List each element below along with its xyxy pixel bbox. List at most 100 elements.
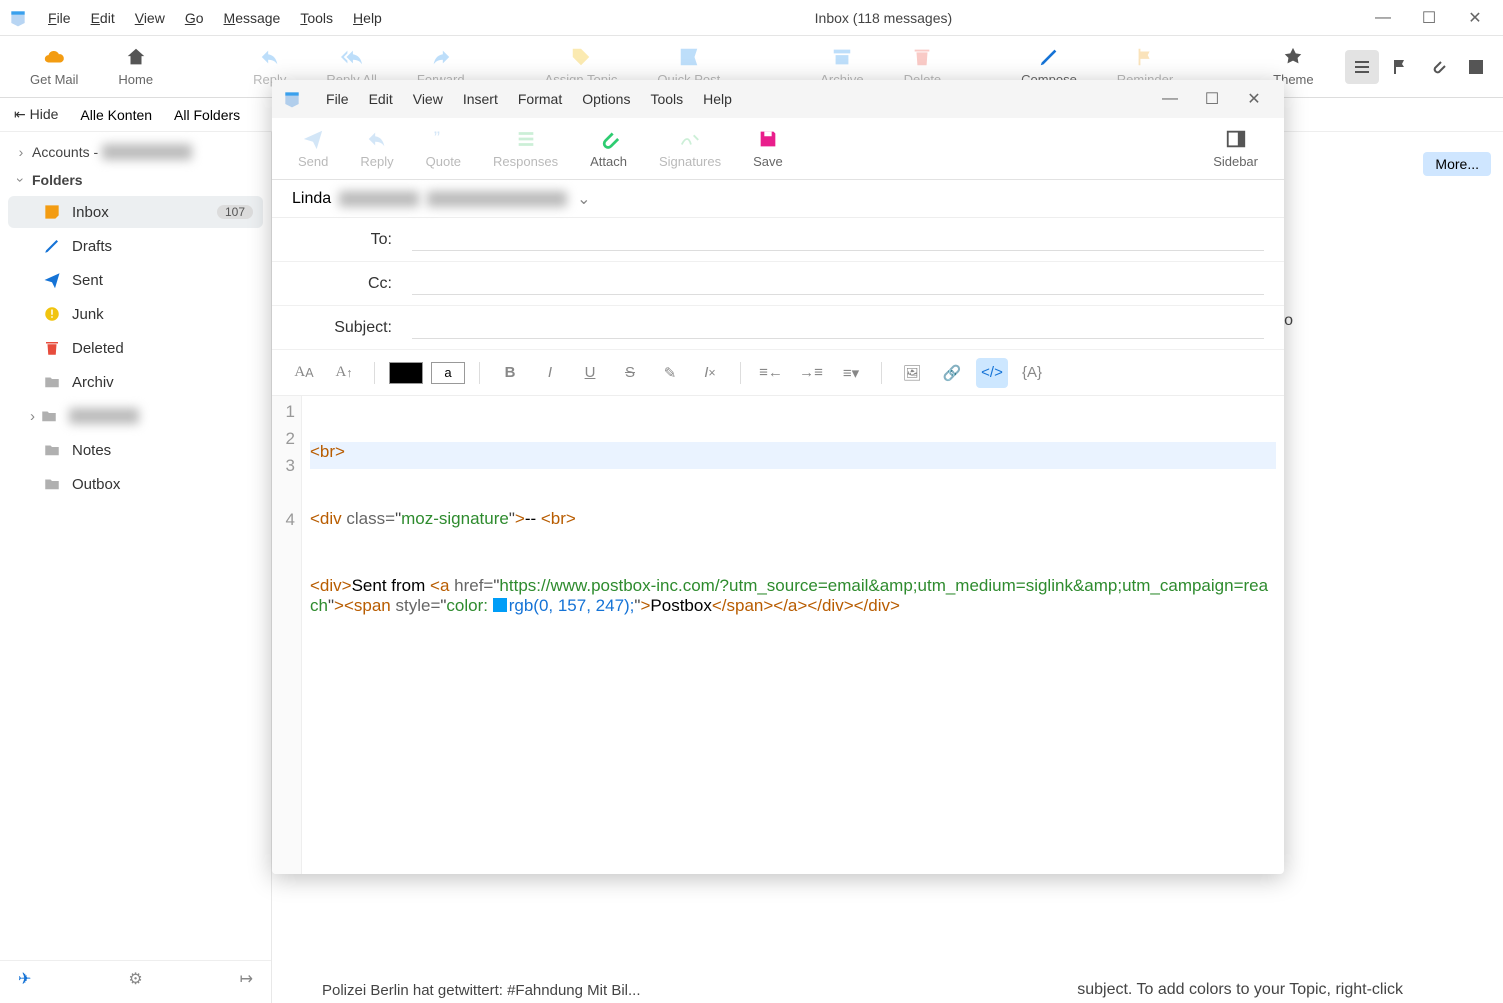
compose-menu-help[interactable]: Help — [693, 87, 742, 111]
toolbar-home[interactable]: Home — [98, 44, 173, 89]
message-list-item[interactable]: Polizei Berlin hat getwittert: #Fahndung… — [322, 982, 641, 999]
list-view-toggle[interactable] — [1345, 50, 1379, 84]
hide-button[interactable]: ⇤ Hide — [14, 106, 58, 123]
compose-reply-button[interactable]: Reply — [344, 126, 409, 171]
font-increase-button[interactable]: AA — [288, 358, 320, 388]
minimize-button[interactable]: — — [1375, 10, 1391, 26]
to-input[interactable] — [412, 228, 1264, 251]
window-title: Inbox (118 messages) — [392, 10, 1375, 26]
code-editor[interactable]: 1 2 3 4 <br> <div class="moz-signature">… — [272, 396, 1284, 874]
compose-menu-options[interactable]: Options — [572, 87, 640, 111]
toolbar-label: Quote — [426, 154, 461, 169]
compose-close-button[interactable]: ✕ — [1246, 91, 1262, 107]
folder-inbox[interactable]: Inbox 107 — [8, 196, 263, 228]
trash-icon — [911, 46, 933, 68]
strike-button[interactable]: S — [614, 358, 646, 388]
compose-menu-tools[interactable]: Tools — [640, 87, 693, 111]
folder-label: Inbox — [72, 204, 109, 221]
menu-edit[interactable]: Edit — [81, 6, 125, 30]
cloud-download-icon — [43, 46, 65, 68]
settings-icon[interactable]: ⚙ — [128, 969, 142, 989]
underline-button[interactable]: U — [574, 358, 606, 388]
compose-menu-insert[interactable]: Insert — [453, 87, 508, 111]
styles-button[interactable]: {A} — [1016, 358, 1048, 388]
chevron-down-icon: › — [13, 173, 29, 187]
chat-icon[interactable]: ✈ — [18, 969, 31, 989]
italic-button[interactable]: I — [534, 358, 566, 388]
separator — [881, 362, 882, 384]
maximize-button[interactable]: ☐ — [1421, 10, 1437, 26]
menu-view[interactable]: View — [125, 6, 175, 30]
compose-send-button[interactable]: Send — [282, 126, 344, 171]
toolbar-get-mail[interactable]: Get Mail — [10, 44, 98, 89]
alle-konten-tab[interactable]: Alle Konten — [80, 107, 152, 123]
chevron-down-icon[interactable]: ⌄ — [577, 189, 590, 209]
separator — [479, 362, 480, 384]
accounts-header[interactable]: › Accounts - — [0, 138, 271, 166]
toolbar-label: Send — [298, 154, 328, 169]
compose-menu-file[interactable]: File — [316, 87, 359, 111]
compose-window: File Edit View Insert Format Options Too… — [272, 80, 1284, 874]
compose-responses-button[interactable]: Responses — [477, 126, 574, 171]
flag-view-toggle[interactable] — [1383, 50, 1417, 84]
redacted-text — [102, 144, 192, 160]
compose-save-button[interactable]: Save — [737, 126, 799, 171]
folders-header[interactable]: › Folders — [0, 166, 271, 194]
text-color-swatch[interactable] — [389, 362, 423, 384]
folder-notes[interactable]: Notes — [8, 434, 263, 466]
bold-button[interactable]: B — [494, 358, 526, 388]
highlighter-button[interactable]: ✎ — [654, 358, 686, 388]
unread-count: 107 — [217, 205, 253, 219]
insert-link-button[interactable]: 🔗 — [936, 358, 968, 388]
all-folders-tab[interactable]: All Folders — [174, 107, 240, 123]
folder-label: Junk — [72, 306, 104, 323]
compose-menu-view[interactable]: View — [403, 87, 453, 111]
compose-signatures-button[interactable]: Signatures — [643, 126, 737, 171]
folder-deleted[interactable]: Deleted — [8, 332, 263, 364]
folder-junk[interactable]: Junk — [8, 298, 263, 330]
menu-help[interactable]: Help — [343, 6, 392, 30]
expand-icon[interactable]: ↦ — [240, 969, 253, 989]
folder-archiv[interactable]: Archiv — [8, 366, 263, 398]
indent-button[interactable]: →≡ — [795, 358, 827, 388]
clear-format-button[interactable]: I× — [694, 358, 726, 388]
attachment-view-toggle[interactable] — [1421, 50, 1455, 84]
insert-image-button[interactable]: 🖼 — [896, 358, 928, 388]
toolbar-label: Get Mail — [30, 72, 78, 87]
menu-tools[interactable]: Tools — [290, 6, 343, 30]
image-view-toggle[interactable] — [1459, 50, 1493, 84]
compose-maximize-button[interactable]: ☐ — [1204, 91, 1220, 107]
menu-message[interactable]: Message — [214, 6, 291, 30]
compose-menu-edit[interactable]: Edit — [359, 87, 403, 111]
subject-input[interactable] — [412, 316, 1264, 339]
more-button[interactable]: More... — [1423, 152, 1491, 176]
compose-sidebar-button[interactable]: Sidebar — [1197, 126, 1274, 171]
redacted-text — [427, 191, 567, 207]
folder-custom[interactable]: › — [8, 400, 263, 432]
folder-outbox[interactable]: Outbox — [8, 468, 263, 500]
list-button[interactable]: ≡▾ — [835, 358, 867, 388]
code-area[interactable]: <br> <div class="moz-signature">-- <br> … — [302, 396, 1284, 874]
folder-icon — [42, 372, 62, 392]
menu-file[interactable]: File — [38, 6, 81, 30]
to-field-row: To: — [272, 218, 1284, 262]
font-decrease-button[interactable]: A↑ — [328, 358, 360, 388]
source-code-button[interactable]: </> — [976, 358, 1008, 388]
menu-go[interactable]: Go — [175, 6, 214, 30]
compose-from-row[interactable]: Linda ⌄ — [272, 180, 1284, 218]
compose-menu-format[interactable]: Format — [508, 87, 572, 111]
code-line: <div class="moz-signature">-- <br> — [310, 509, 1276, 536]
folder-sent[interactable]: Sent — [8, 264, 263, 296]
sidebar-icon — [1225, 128, 1247, 150]
cc-field-row: Cc: — [272, 262, 1284, 306]
cc-input[interactable] — [412, 272, 1264, 295]
outdent-button[interactable]: ≡← — [755, 358, 787, 388]
close-button[interactable]: ✕ — [1467, 10, 1483, 26]
compose-quote-button[interactable]: ” Quote — [410, 126, 477, 171]
compose-attach-button[interactable]: Attach — [574, 126, 643, 171]
save-icon — [757, 128, 779, 150]
folder-drafts[interactable]: Drafts — [8, 230, 263, 262]
highlight-color-swatch[interactable]: a — [431, 362, 465, 384]
flag-icon — [1391, 58, 1409, 76]
compose-minimize-button[interactable]: — — [1162, 91, 1178, 107]
